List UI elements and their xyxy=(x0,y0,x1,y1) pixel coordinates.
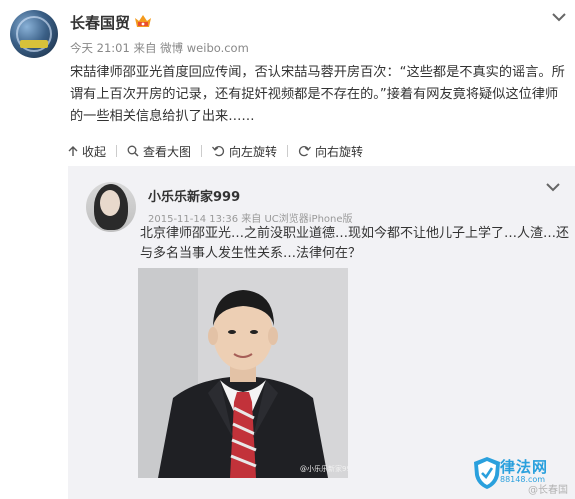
magnifier-icon xyxy=(127,145,139,157)
repost-content: 北京律师邵亚光…之前没职业道德…现如今都不让他儿子上学了…人渣…还与多名当事人发… xyxy=(140,226,570,261)
site-name: 律法网 xyxy=(500,458,549,476)
collapse-button[interactable]: 收起 xyxy=(68,143,106,160)
repost-photo[interactable]: @小乐乐新家999 xyxy=(138,268,348,478)
post-content: 宋喆律师邵亚光首度回应传闻，否认宋喆马蓉开房百次：“这些都是不真实的谣言。所谓有… xyxy=(70,65,565,124)
arrow-up-icon xyxy=(68,145,78,156)
rotate-right-icon xyxy=(298,146,312,157)
collapse-label: 收起 xyxy=(82,144,107,159)
divider xyxy=(287,145,289,157)
chevron-down-icon[interactable] xyxy=(552,12,566,22)
chevron-down-icon[interactable] xyxy=(546,182,560,192)
author-name[interactable]: 长春国贸 xyxy=(70,12,130,33)
weibo-signature: @长春国贸 xyxy=(528,485,568,496)
post-time[interactable]: 今天 21:01 xyxy=(70,41,130,55)
portrait-illustration xyxy=(138,268,348,478)
rotate-left-button[interactable]: 向左旋转 xyxy=(212,143,277,160)
author-avatar[interactable] xyxy=(10,10,58,58)
post-source[interactable]: 微博 weibo.com xyxy=(160,41,249,55)
rotate-right-label: 向右旋转 xyxy=(315,144,364,159)
photo-watermark: @小乐乐新家999 xyxy=(300,465,348,473)
rotate-left-label: 向左旋转 xyxy=(229,144,278,159)
image-action-bar: 收起 查看大图 向左旋转 向右旋转 xyxy=(68,142,363,160)
repost-meta: 2015-11-14 13:36 来自 UC浏览器iPhone版 xyxy=(148,214,353,225)
avatar-tag xyxy=(20,40,48,48)
rotate-right-button[interactable]: 向右旋转 xyxy=(298,143,363,160)
view-large-button[interactable]: 查看大图 xyxy=(127,143,191,160)
divider xyxy=(116,145,118,157)
vip-crown-icon[interactable] xyxy=(133,12,153,30)
post-from-label: 来自 xyxy=(133,41,157,55)
view-large-label: 查看大图 xyxy=(143,144,192,159)
avatar-face xyxy=(100,190,120,216)
weibo-post: 长春国贸 今天 21:01 来自 微博 weibo.com 宋喆律师邵亚光首度回… xyxy=(0,0,575,499)
divider xyxy=(201,145,203,157)
repost-author-name[interactable]: 小乐乐新家999 xyxy=(148,186,240,205)
rotate-left-icon xyxy=(212,146,225,157)
repost-author-avatar[interactable] xyxy=(86,182,136,232)
shield-logo-icon xyxy=(474,457,500,489)
post-meta: 今天 21:01 来自 微博 weibo.com xyxy=(70,40,249,56)
repost-box: 小乐乐新家999 2015-11-14 13:36 来自 UC浏览器iPhone… xyxy=(68,166,575,499)
